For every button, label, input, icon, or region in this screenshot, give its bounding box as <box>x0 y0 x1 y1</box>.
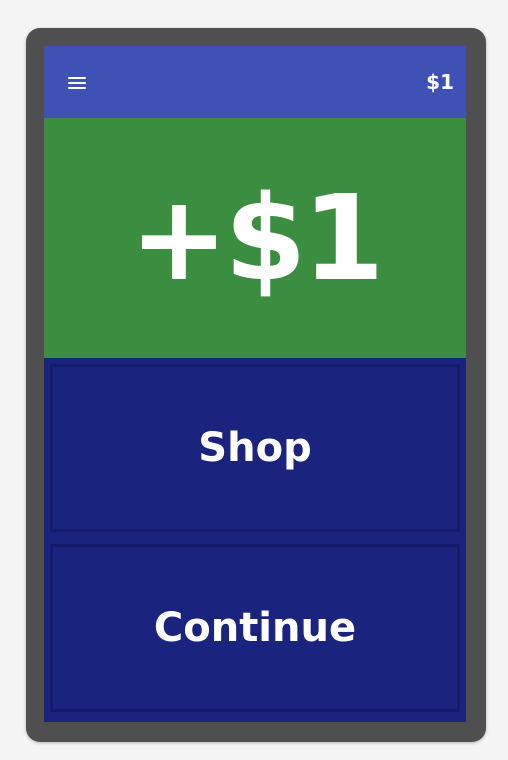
menu-line <box>68 82 86 84</box>
continue-button[interactable]: Continue <box>50 544 460 712</box>
device-frame: $1 +$1 Shop Continue <box>26 28 486 742</box>
menu-line <box>68 77 86 79</box>
app-screen: $1 +$1 Shop Continue <box>44 46 466 722</box>
balance-display: $1 <box>426 70 454 94</box>
app-bar: $1 <box>44 46 466 118</box>
reward-panel: +$1 <box>44 118 466 358</box>
hamburger-menu-icon[interactable] <box>66 74 90 92</box>
shop-button[interactable]: Shop <box>50 364 460 532</box>
reward-amount: +$1 <box>129 169 384 307</box>
menu-line <box>68 87 86 89</box>
